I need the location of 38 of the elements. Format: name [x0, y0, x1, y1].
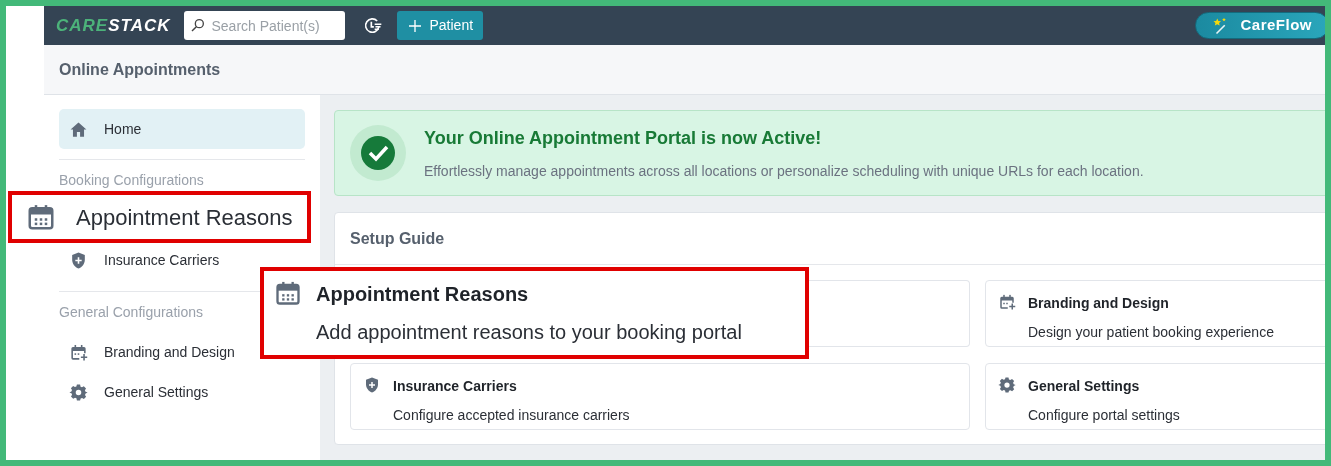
- banner-description: Effortlessly manage appointments across all locations or personalize scheduling with unique URLs for each location.: [424, 161, 1144, 181]
- add-patient-button[interactable]: Patient: [397, 11, 484, 40]
- gear-icon: [69, 382, 88, 402]
- sidebar-item[interactable]: Home: [59, 109, 305, 149]
- search-field[interactable]: Search Patient(s): [184, 11, 346, 40]
- section-heading: General Configurations: [59, 304, 204, 320]
- callout-title: Appointment Reasons: [76, 203, 293, 232]
- setup-card-description: Configure accepted insurance carriers: [393, 406, 630, 425]
- calendar-icon: [274, 279, 302, 307]
- clock-list-icon[interactable]: [363, 15, 384, 36]
- sidebar-item[interactable]: General Settings: [59, 380, 219, 404]
- setup-card-title: General Settings: [1028, 377, 1141, 396]
- callout-description: Add appointment reasons to your booking portal: [316, 320, 742, 345]
- plus-icon: [407, 17, 424, 34]
- setup-card[interactable]: Insurance Carriers Configure accepted insurance carriers: [350, 363, 970, 430]
- page-title: Online Appointments: [59, 59, 221, 80]
- calendar-plus-icon: [69, 342, 88, 362]
- sidebar-item[interactable]: Branding and Design: [59, 340, 245, 364]
- shield-plus-icon: [69, 250, 88, 270]
- gear-icon: [998, 376, 1016, 394]
- check-circle-icon: [350, 125, 406, 181]
- home-icon: [69, 119, 88, 139]
- calendar-plus-icon: [998, 293, 1016, 311]
- setup-card-title: Insurance Carriers: [393, 377, 518, 396]
- section-heading: Booking Configurations: [59, 172, 205, 188]
- shield-plus-icon: [363, 376, 381, 394]
- setup-card[interactable]: Branding and Design Design your patient booking experience: [985, 280, 1325, 347]
- search-icon: [190, 17, 207, 33]
- setup-card-title: Branding and Design: [1028, 294, 1170, 313]
- calendar-icon: [26, 202, 56, 232]
- setup-card-description: Design your patient booking experience: [1028, 323, 1274, 342]
- setup-card-description: Configure portal settings: [1028, 406, 1180, 425]
- sidebar-item[interactable]: Insurance Carriers: [59, 248, 230, 272]
- logo[interactable]: CARESTACK: [56, 12, 171, 39]
- card-title: Setup Guide: [350, 228, 445, 249]
- banner-title: Your Online Appointment Portal is now Active!: [424, 126, 823, 150]
- callout-title: Appointment Reasons: [316, 282, 530, 307]
- setup-card[interactable]: General Settings Configure portal settings: [985, 363, 1325, 430]
